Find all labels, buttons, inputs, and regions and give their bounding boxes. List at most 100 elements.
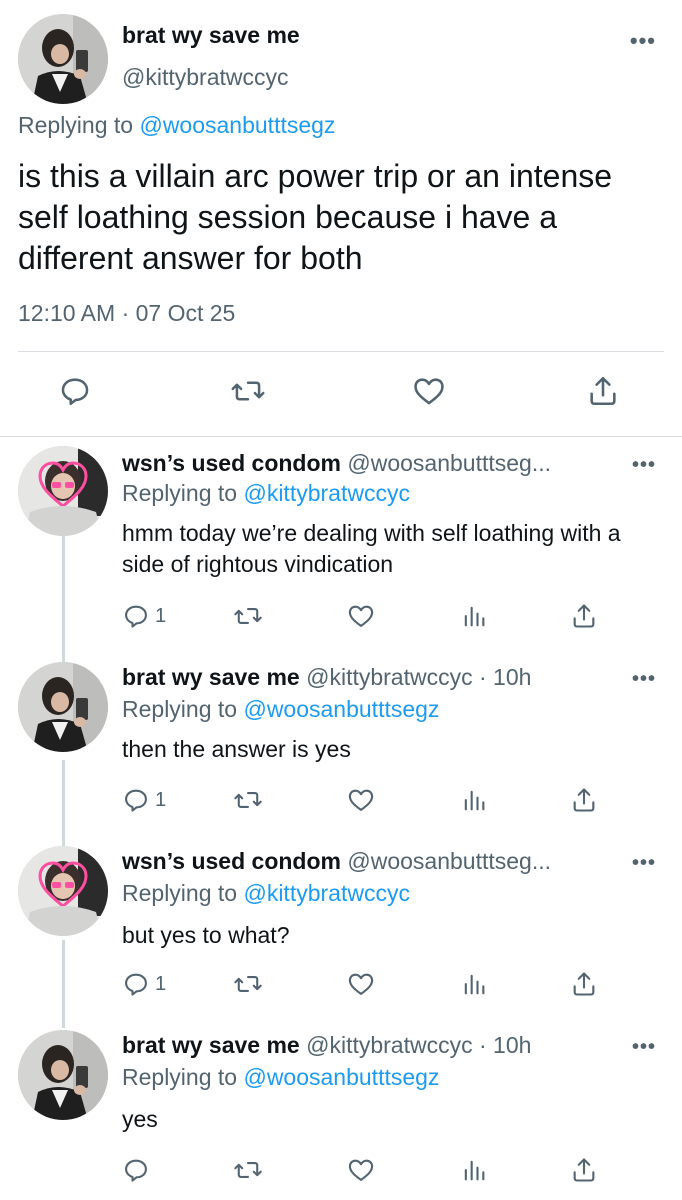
tweet-text: yes <box>122 1106 158 1132</box>
views-icon <box>464 606 485 627</box>
more-icon[interactable]: ••• <box>632 1036 656 1059</box>
replying-to-link[interactable]: @woosanbutttsegz <box>139 112 335 138</box>
views-button[interactable] <box>460 602 488 630</box>
avatar[interactable] <box>18 446 108 536</box>
reply-button[interactable] <box>122 1156 155 1184</box>
avatar[interactable] <box>18 662 108 752</box>
mirror-selfie-avatar-image <box>18 1030 108 1120</box>
timestamp[interactable]: 12:10 AM · 07 Oct 25 <box>18 300 235 327</box>
like-button[interactable] <box>346 786 376 814</box>
views-icon <box>464 790 485 811</box>
handle[interactable]: @kittybratwccyc <box>306 1032 472 1058</box>
replying-label: Replying to <box>122 880 238 906</box>
replying-to-link[interactable]: @kittybratwccyc <box>243 880 409 906</box>
reply-button[interactable]: 1 <box>122 786 166 814</box>
replying-to: Replying to @kittybratwccyc <box>122 880 410 907</box>
display-name[interactable]: brat wy save me <box>122 1032 300 1058</box>
divider <box>0 436 682 437</box>
reply-count: 1 <box>155 788 167 811</box>
replying-label: Replying to <box>18 112 134 138</box>
more-icon[interactable]: ••• <box>630 30 656 52</box>
handle[interactable]: @woosanbutttseg... <box>347 848 551 874</box>
share-button[interactable] <box>586 374 620 408</box>
reply-tweet[interactable]: wsn’s used condom @woosanbutttseg... •••… <box>0 846 682 1016</box>
more-icon[interactable]: ••• <box>632 852 656 875</box>
reply-icon <box>125 1159 147 1182</box>
retweet-button[interactable] <box>230 374 266 408</box>
tweet-header: brat wy save me @kittybratwccyc · 10h <box>122 664 531 691</box>
handle[interactable]: @woosanbutttseg... <box>347 450 551 476</box>
tweet-header: wsn’s used condom @woosanbutttseg... <box>122 450 551 477</box>
avatar[interactable] <box>18 1030 108 1120</box>
reply-tweet[interactable]: brat wy save me @kittybratwccyc · 10h ••… <box>0 662 682 832</box>
display-name[interactable]: brat wy save me <box>122 664 300 690</box>
reply-count: 1 <box>155 604 167 627</box>
more-icon[interactable]: ••• <box>632 668 656 691</box>
tweet-actions: 1 <box>0 966 682 1006</box>
tweet-text: is this a villain arc power trip or an i… <box>18 158 613 276</box>
reply-button[interactable] <box>58 374 92 408</box>
retweet-button[interactable] <box>233 1156 263 1184</box>
handle[interactable]: @kittybratwccyc <box>306 664 472 690</box>
replying-label: Replying to <box>122 1064 238 1090</box>
views-icon <box>464 1160 485 1181</box>
reply-tweet[interactable]: wsn’s used condom @woosanbutttseg... •••… <box>0 446 682 646</box>
share-icon <box>573 604 595 628</box>
retweet-icon <box>234 792 262 808</box>
replying-to-link[interactable]: @woosanbutttsegz <box>243 696 439 722</box>
like-icon <box>348 605 374 627</box>
pink-heart-avatar-image <box>18 446 108 536</box>
tweet-text: then the answer is yes <box>122 736 351 762</box>
like-icon <box>348 973 374 995</box>
tweet-header: brat wy save me @kittybratwccyc · 10h <box>122 1032 531 1059</box>
share-icon <box>573 1158 595 1182</box>
reply-icon <box>125 973 147 996</box>
share-icon <box>573 788 595 812</box>
replying-to-link[interactable]: @kittybratwccyc <box>243 480 409 506</box>
mirror-selfie-avatar-image <box>18 662 108 752</box>
replying-to: Replying to @woosanbutttsegz <box>122 696 439 723</box>
retweet-icon <box>234 976 262 992</box>
avatar[interactable] <box>18 14 108 104</box>
display-name[interactable]: wsn’s used condom <box>122 848 341 874</box>
main-tweet: brat wy save me @kittybratwccyc ••• Repl… <box>0 0 682 440</box>
display-name[interactable]: brat wy save me <box>122 22 300 49</box>
views-button[interactable] <box>460 786 488 814</box>
reply-button[interactable]: 1 <box>122 602 166 630</box>
mirror-selfie-avatar-image <box>18 14 108 104</box>
retweet-button[interactable] <box>233 970 263 998</box>
reply-icon <box>61 378 89 406</box>
share-button[interactable] <box>570 970 598 998</box>
more-icon[interactable]: ••• <box>632 454 656 477</box>
tweet-actions: 1 <box>0 782 682 822</box>
share-button[interactable] <box>570 1156 598 1184</box>
views-button[interactable] <box>460 970 488 998</box>
avatar[interactable] <box>18 846 108 936</box>
reply-tweet[interactable]: brat wy save me @kittybratwccyc · 10h ••… <box>0 1030 682 1200</box>
share-icon <box>590 376 616 406</box>
tweet-header: wsn’s used condom @woosanbutttseg... <box>122 848 551 875</box>
share-button[interactable] <box>570 602 598 630</box>
like-button[interactable] <box>346 970 376 998</box>
time-ago: · 10h <box>472 1032 532 1058</box>
like-icon <box>348 1159 374 1181</box>
tweet-text: hmm today we’re dealing with self loathi… <box>122 520 621 577</box>
replying-label: Replying to <box>122 696 238 722</box>
reply-icon <box>125 605 147 628</box>
retweet-button[interactable] <box>233 786 263 814</box>
handle[interactable]: @kittybratwccyc <box>122 64 288 91</box>
share-button[interactable] <box>570 786 598 814</box>
like-button[interactable] <box>346 602 376 630</box>
tweet-actions <box>0 366 682 422</box>
display-name[interactable]: wsn’s used condom <box>122 450 341 476</box>
tweet-actions: 1 <box>0 598 682 638</box>
replying-to-link[interactable]: @woosanbutttsegz <box>243 1064 439 1090</box>
divider <box>18 351 664 352</box>
pink-heart-avatar-image <box>18 846 108 936</box>
like-button[interactable] <box>346 1156 376 1184</box>
replying-to: Replying to @kittybratwccyc <box>122 480 410 507</box>
reply-button[interactable]: 1 <box>122 970 166 998</box>
views-button[interactable] <box>460 1156 488 1184</box>
like-button[interactable] <box>411 374 447 408</box>
retweet-button[interactable] <box>233 602 263 630</box>
